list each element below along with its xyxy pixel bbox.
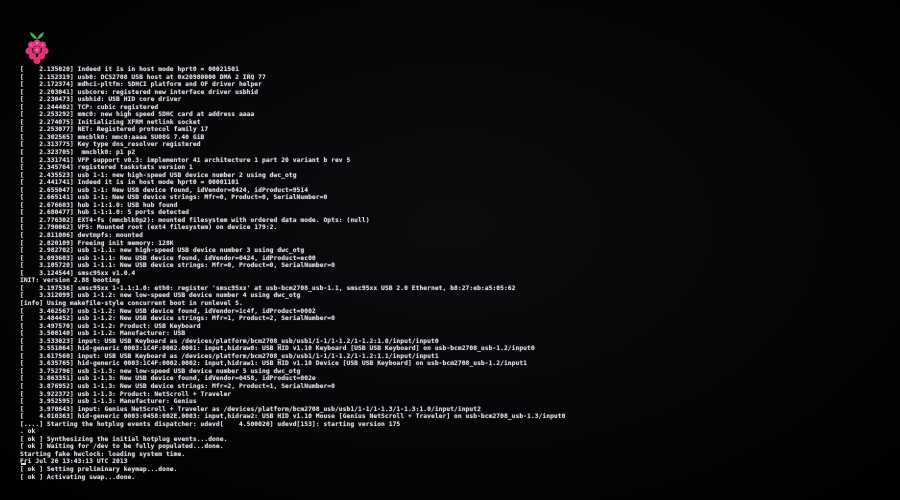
console-line: . ok: [20, 428, 36, 436]
console-line: [ 3.970643] input: Genius NetScroll + Tr…: [20, 405, 481, 413]
console-line: INIT: version 2.88 booting: [20, 277, 120, 285]
console-line: [ 2.313775] Key type dns_resolver regist…: [20, 141, 201, 149]
console-line: [ 3.312099] usb 1-1.2: new low-speed USB…: [20, 292, 301, 300]
console-line: [ 2.790062] VFS: Mounted root (ext4 file…: [20, 224, 278, 232]
console-line: [ 2.302565] mmcblk0: mmc0:aaaa SU08G 7.4…: [20, 133, 205, 141]
console-line: [ 4.010363] hid-generic 0003:0458:002E.0…: [20, 413, 566, 421]
console-line: [ 2.274075] Initializing XFRM netlink so…: [20, 118, 201, 126]
console-line: [ 3.876952] usb 1-1.3: New USB device st…: [20, 382, 335, 390]
console-line: [ 3.197536] smsc95xx 1-1.1:1.0: eth0: re…: [20, 284, 516, 292]
console-line: [ 3.952595] usb 1-1.3: Manufacturer: Gen…: [20, 398, 197, 406]
console-line: [ 2.244402] TCP: cubic registered: [20, 103, 159, 111]
console-line: [ 2.172374] mdhci-pltfm: SDHCI platform …: [20, 81, 262, 89]
console-line: [ 2.253077] NET: Registered protocol fam…: [20, 126, 209, 134]
console-line: [ ok ] Setting preliminary keymap...done…: [20, 465, 178, 473]
console-line: [ 3.124544] smsc95xx v1.0.4: [20, 269, 136, 277]
console-line: [info] Using makefile-style concurrent b…: [20, 299, 243, 307]
console-line: [ 2.323705] mmcblk0: p1 p2: [20, 149, 136, 157]
console-line: [ 3.093603] usb 1-1.1: New USB device fo…: [20, 254, 316, 262]
console-line: [ 2.135020] Indeed it is in host mode hp…: [20, 66, 239, 73]
console-line: [ 3.462567] usb 1-1.2: New USB device fo…: [20, 307, 316, 315]
console-line: [ 3.497570] usb 1-1.2: Product: USB Keyb…: [20, 322, 201, 330]
console-line: [ 3.484452] usb 1-1.2: New USB device st…: [20, 315, 335, 323]
raspberry-pi-logo-icon: [25, 32, 49, 65]
console-line: [ 2.680477] hub 1-1:1.0: 5 ports detecte…: [20, 209, 190, 217]
console-line: [ 2.820109] Freeing init memory: 128K: [20, 239, 174, 247]
console-line: [ 2.982702] usb 1-1.1: new high-speed US…: [20, 247, 305, 255]
console-line: [ 2.776302] EXT4-fs (mmcblk0p2): mounted…: [20, 216, 370, 224]
console-line: Starting fake hwclock: loading system ti…: [20, 450, 186, 458]
console-line: [ 3.533023] input: USB USB Keyboard as /…: [20, 337, 439, 345]
console-line: [ 3.752796] usb 1-1.3: new low-speed USB…: [20, 367, 301, 375]
console-line: [ 3.617560] input: USB USB Keyboard as /…: [20, 352, 439, 360]
console-line: [ 3.105720] usb 1-1.1: New USB device st…: [20, 262, 335, 270]
console-line: [ 2.676603] hub 1-1:1.0: USB hub found: [20, 201, 178, 209]
console-line: [ 2.655047] usb 1-1: New USB device foun…: [20, 186, 309, 194]
console-line: [ ok ] Synthesizing the initial hotplug …: [20, 435, 228, 443]
console-line: [ 2.345764] registered taskstats version…: [20, 164, 193, 172]
console-line: [ ok ] Waiting for /dev to be fully popu…: [20, 443, 224, 451]
console-line: [ 2.331741] VFP support v0.3: implemento…: [20, 156, 351, 164]
console-line: [ 2.230473] usbhid: USB HID core driver: [20, 96, 182, 104]
console-line: [ 3.922372] usb 1-1.3: Product: NetScrol…: [20, 390, 232, 398]
console-line: Fri Jul 26 13:43:13 UTC 2013: [20, 458, 128, 466]
console-line: [ ok ] Activating swap...done.: [20, 473, 136, 481]
boot-console-screen: [ 2.135020] Indeed it is in host mode hp…: [0, 0, 900, 500]
text-cursor: [21, 463, 26, 465]
console-line: [ 3.508140] usb 1-1.2: Manufacturer: USB: [20, 330, 186, 338]
console-output: [ 2.135020] Indeed it is in host mode hp…: [20, 66, 890, 481]
console-line: [ 2.811006] devtmpfs: mounted: [20, 232, 143, 240]
console-line: [ 2.152319] usb0: DCS2708 USB host at 0x…: [20, 73, 266, 81]
console-line: [ 3.863351] usb 1-1.3: New USB device fo…: [20, 375, 316, 383]
console-line: [ 3.551064] hid-generic 0003:1C4F:0002.0…: [20, 345, 535, 353]
console-line: [ 2.441741] Indeed it is in host mode hp…: [20, 179, 239, 187]
console-line: [ 2.665141] usb 1-1: New USB device stri…: [20, 194, 328, 202]
console-line: [ 3.635765] hid-generic 0003:1C4F:0002.0…: [20, 360, 528, 368]
console-line: [ 2.203041] usbcore: registered new inte…: [20, 88, 259, 96]
console-line: [ 2.253292] mmc0: new high speed SDHC ca…: [20, 111, 255, 119]
console-line: [....] Starting the hotplug events dispa…: [20, 420, 401, 428]
console-line: [ 2.435523] usb 1-1: new high-speed USB …: [20, 171, 297, 179]
